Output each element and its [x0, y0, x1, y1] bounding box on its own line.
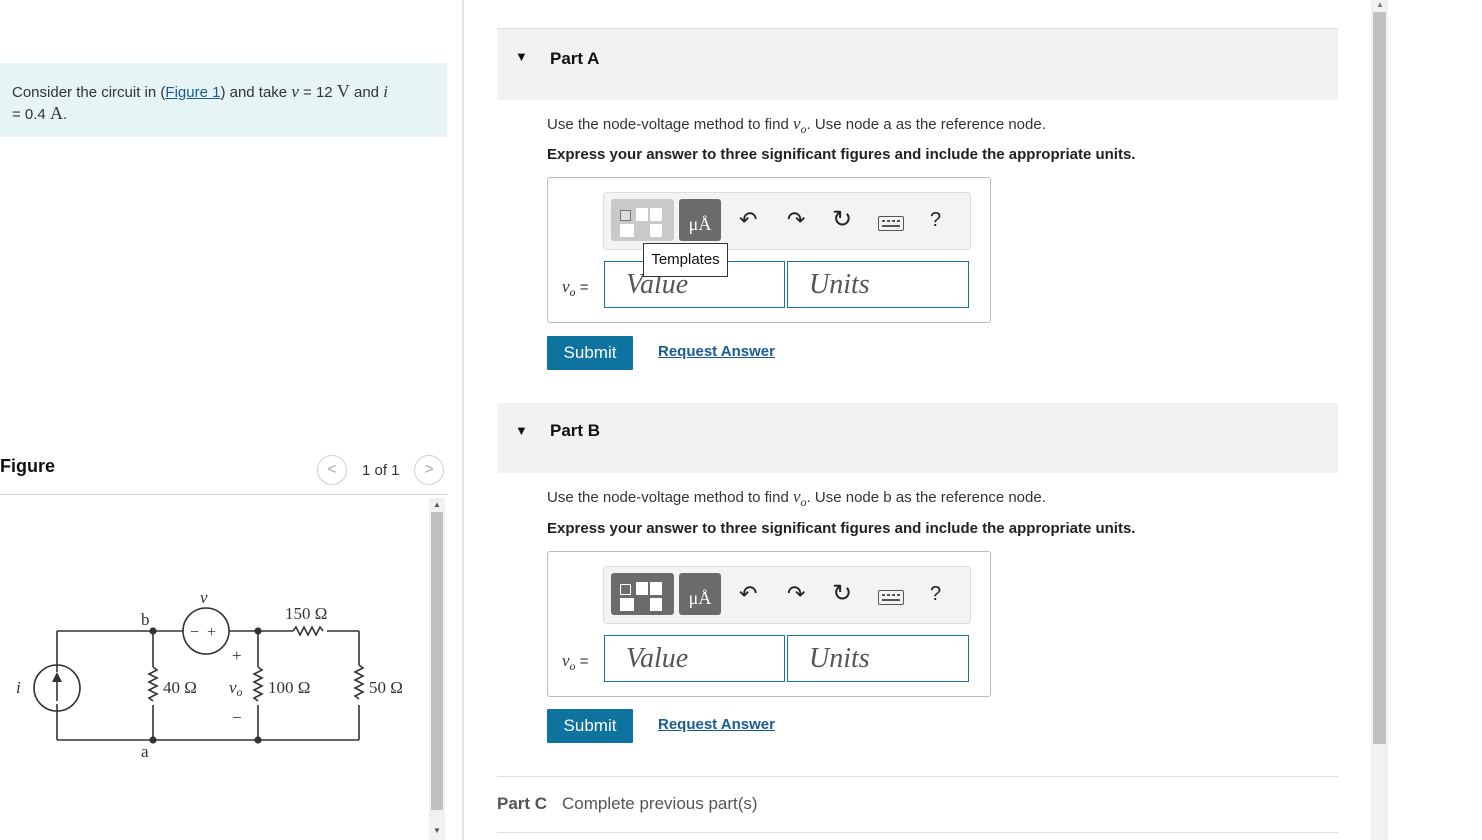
problem-text: = 12 [298, 84, 337, 101]
units-symbols-button[interactable]: μÅ [679, 199, 721, 241]
part-c-label: Part C [497, 794, 548, 813]
part-a-label: Part A [550, 49, 600, 68]
reset-icon[interactable]: ↻ [832, 581, 852, 607]
units-input[interactable]: Units [787, 635, 969, 682]
divider [497, 776, 1338, 777]
figure-link[interactable]: Figure 1 [165, 84, 220, 101]
node-a-label: a [141, 742, 149, 761]
problem-text: = 0.4 [12, 106, 50, 123]
part-b-answer-box: μÅ ↶ ↷ ↻ ? vo = Value Units [547, 551, 991, 697]
source-plus-sign: + [207, 624, 216, 641]
keyboard-icon[interactable] [878, 216, 904, 231]
help-icon[interactable]: ? [930, 209, 941, 232]
prev-figure-button[interactable]: < [317, 455, 347, 485]
keyboard-icon[interactable] [878, 590, 904, 605]
collapse-triangle-icon[interactable]: ▼ [515, 423, 528, 438]
scroll-up-arrow-icon[interactable]: ▲ [433, 500, 441, 509]
voltage-source-label: v [200, 588, 208, 607]
part-a-question: Use the node-voltage method to find vo. … [547, 114, 1046, 136]
part-c-status: Complete previous part(s) [562, 794, 758, 813]
problem-text: Consider the circuit in ( [12, 84, 166, 101]
scroll-up-arrow-icon[interactable]: ▲ [1376, 0, 1384, 9]
undo-icon[interactable]: ↶ [739, 581, 757, 607]
voltage-unit: V [336, 81, 350, 101]
source-minus-sign: − [190, 624, 199, 641]
math-toolbar: μÅ ↶ ↷ ↻ ? [603, 192, 971, 250]
part-b-header[interactable]: ▼ Part B [497, 403, 1338, 473]
templates-button[interactable] [611, 573, 674, 615]
resistor-40-label: 40 Ω [163, 678, 197, 697]
submit-button[interactable]: Submit [547, 709, 633, 743]
request-answer-link[interactable]: Request Answer [658, 343, 775, 360]
pane-divider [462, 0, 464, 840]
part-b-question: Use the node-voltage method to find vo. … [547, 487, 1046, 509]
templates-button[interactable] [611, 199, 674, 241]
submit-button[interactable]: Submit [547, 336, 633, 370]
scrollbar-thumb[interactable] [431, 512, 443, 810]
value-input[interactable]: Value [604, 635, 785, 682]
undo-icon[interactable]: ↶ [739, 207, 757, 233]
current-source-label: i [16, 678, 21, 697]
resistor-150-label: 150 Ω [285, 604, 327, 623]
figure-title: Figure [0, 456, 56, 476]
vo-label: vo = [562, 651, 589, 673]
reset-icon[interactable]: ↻ [832, 207, 852, 233]
part-b-label: Part B [550, 421, 601, 440]
problem-statement: Consider the circuit in (Figure 1) and t… [0, 63, 447, 137]
part-a-instruction: Express your answer to three significant… [547, 146, 1136, 163]
request-answer-link[interactable]: Request Answer [658, 716, 775, 733]
divider [497, 832, 1338, 833]
next-figure-button[interactable]: > [414, 455, 444, 485]
vo-plus-sign: + [232, 646, 242, 665]
problem-text: . [62, 106, 68, 123]
units-symbols-button[interactable]: μÅ [679, 573, 721, 615]
vo-minus-sign: − [232, 708, 242, 727]
voltage-symbol: v [291, 82, 299, 101]
templates-tooltip: Templates [643, 243, 728, 277]
problem-text: and [349, 84, 384, 101]
resistor-100-label: 100 Ω [268, 678, 310, 697]
circuit-diagram: b a v i 40 Ω 100 Ω 150 Ω 50 Ω vo + − − + [16, 588, 403, 761]
current-unit: A [49, 103, 63, 123]
units-input[interactable]: Units [787, 261, 969, 308]
scroll-down-arrow-icon[interactable]: ▼ [433, 826, 441, 835]
redo-icon[interactable]: ↷ [787, 207, 805, 233]
collapse-triangle-icon[interactable]: ▼ [515, 49, 528, 64]
page-scrollbar[interactable]: ▲ [1371, 0, 1388, 840]
figure-counter: 1 of 1 [362, 462, 400, 479]
vo-label: vo [229, 678, 243, 699]
resistor-50-label: 50 Ω [369, 678, 403, 697]
node-b-label: b [141, 610, 150, 629]
math-toolbar: μÅ ↶ ↷ ↻ ? [603, 566, 971, 624]
help-icon[interactable]: ? [930, 583, 941, 606]
figure-divider [0, 494, 447, 495]
part-b-instruction: Express your answer to three significant… [547, 520, 1136, 537]
scrollbar-thumb[interactable] [1373, 12, 1386, 744]
figure-scrollbar[interactable]: ▲ ▼ [429, 498, 445, 840]
part-a-header[interactable]: ▼ Part A [497, 29, 1338, 100]
redo-icon[interactable]: ↷ [787, 581, 805, 607]
part-a-answer-box: μÅ ↶ ↷ ↻ ? vo = Value Units [547, 177, 991, 323]
problem-text: ) and take [220, 84, 292, 101]
vo-label: vo = [562, 277, 589, 299]
current-symbol: i [383, 82, 388, 101]
